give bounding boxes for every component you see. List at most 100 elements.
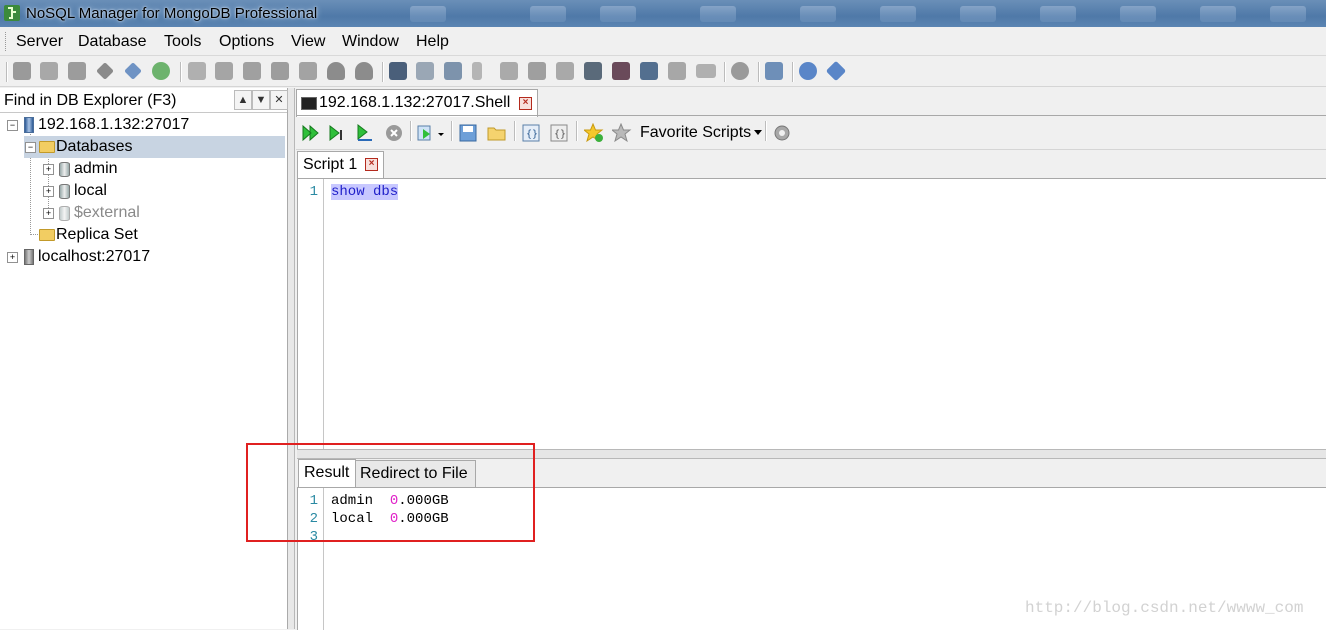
edit-server-icon[interactable] (40, 62, 58, 80)
menu-window[interactable]: Window (342, 32, 399, 52)
main-toolbar (0, 58, 1326, 87)
tree-db-external[interactable]: + $external (0, 202, 287, 224)
tree-db-local[interactable]: + local (0, 180, 287, 202)
tab-redirect-to-file[interactable]: Redirect to File (355, 460, 476, 488)
connect-icon[interactable] (96, 62, 114, 80)
info-icon[interactable] (825, 60, 847, 82)
export-icon[interactable] (528, 62, 546, 80)
find-bar: Find in DB Explorer (F3) ▲ ▼ ✕ (0, 88, 288, 113)
script-editor[interactable]: 1 show dbs (297, 178, 1326, 449)
code-line[interactable]: show dbs (331, 184, 399, 200)
menu-help[interactable]: Help (416, 32, 449, 52)
menu-tools[interactable]: Tools (164, 32, 201, 52)
register-server-icon[interactable] (13, 62, 31, 80)
user-icon[interactable] (327, 62, 345, 80)
tree-replica-set[interactable]: Replica Set (0, 224, 287, 246)
run-to-cursor-icon[interactable] (356, 124, 374, 142)
size-value: 0 (389, 511, 399, 527)
refresh-icon[interactable] (152, 62, 170, 80)
find-label: Find in DB Explorer (F3) (4, 92, 177, 109)
close-tab-icon[interactable]: × (365, 158, 378, 171)
collapse-icon[interactable]: − (7, 120, 18, 131)
run-current-icon[interactable] (329, 124, 347, 142)
stop-record-icon[interactable] (612, 62, 630, 80)
help-icon[interactable] (799, 62, 817, 80)
line-number: 1 (309, 493, 318, 509)
tree-label: localhost:27017 (38, 248, 151, 265)
find-close-button[interactable]: ✕ (270, 90, 288, 110)
disconnect-icon[interactable] (124, 62, 142, 80)
tree-server-192[interactable]: − 192.168.1.132:27017 (0, 114, 287, 136)
favorite-star-icon[interactable] (612, 123, 632, 143)
settings-icon[interactable] (444, 62, 462, 80)
users-icon[interactable] (355, 62, 373, 80)
tab-result[interactable]: Result (298, 459, 356, 488)
close-tab-icon[interactable]: × (519, 97, 532, 110)
home-icon[interactable] (765, 62, 783, 80)
expand-icon[interactable]: + (43, 186, 54, 197)
tree-server-localhost[interactable]: + localhost:27017 (0, 246, 287, 268)
svg-text:{}: {} (526, 129, 538, 140)
create-database-icon[interactable] (188, 62, 206, 80)
find-up-button[interactable]: ▲ (234, 90, 252, 110)
tree-label: local (74, 182, 107, 199)
line-number: 1 (309, 184, 318, 200)
favorite-scripts-button[interactable]: Favorite Scripts (640, 124, 751, 142)
expand-icon[interactable]: + (43, 208, 54, 219)
copy-icon[interactable] (500, 62, 518, 80)
database-icon (59, 206, 70, 221)
tab-label: Result (304, 464, 350, 481)
size-unit: .000GB (398, 493, 449, 509)
collection-icon[interactable] (243, 62, 261, 80)
import-icon[interactable] (556, 62, 574, 80)
run-icon[interactable] (302, 124, 320, 142)
function-icon[interactable] (299, 62, 317, 80)
expand-icon[interactable]: + (43, 164, 54, 175)
clone-icon[interactable] (668, 62, 686, 80)
monitor-icon[interactable] (584, 62, 602, 80)
db-name: local (331, 511, 374, 527)
tree-databases[interactable]: − Databases (24, 136, 285, 158)
http-icon[interactable] (696, 64, 716, 78)
menu-view[interactable]: View (291, 32, 325, 52)
folder-icon (39, 229, 55, 241)
horizontal-splitter[interactable] (297, 449, 1326, 459)
svg-text:{}: {} (554, 129, 566, 140)
database-icon[interactable] (215, 62, 233, 80)
tree-db-admin[interactable]: + admin (0, 158, 287, 180)
database-icon (59, 162, 70, 177)
vertical-splitter[interactable] (288, 88, 295, 629)
chevron-down-icon[interactable] (754, 130, 762, 136)
find-down-button[interactable]: ▼ (252, 90, 270, 110)
window-title: NoSQL Manager for MongoDB Professional (26, 5, 318, 22)
menu-grip (5, 32, 9, 51)
layout-icon[interactable] (640, 62, 658, 80)
db-explorer: Find in DB Explorer (F3) ▲ ▼ ✕ − 192.168… (0, 88, 288, 629)
format-code-icon[interactable]: {} (522, 124, 540, 142)
tree-icon[interactable] (472, 62, 482, 80)
menu-bar: Server Database Tools Options View Windo… (0, 28, 1326, 56)
open-folder-icon[interactable] (487, 124, 507, 142)
expand-icon[interactable]: + (7, 252, 18, 263)
collapse-icon[interactable]: − (25, 142, 36, 153)
tab-script-1[interactable]: Script 1 × (297, 151, 384, 179)
menu-database[interactable]: Database (78, 32, 147, 52)
gear-icon[interactable] (773, 124, 791, 142)
save-icon[interactable] (459, 124, 477, 142)
shell-icon[interactable] (389, 62, 407, 80)
menu-options[interactable]: Options (219, 32, 274, 52)
execute-mode-dropdown-icon[interactable] (417, 124, 445, 142)
tab-divider (296, 115, 1326, 116)
menu-server[interactable]: Server (16, 32, 63, 52)
window-icon[interactable] (416, 62, 434, 80)
document-icon[interactable] (271, 62, 289, 80)
tree-label: $external (74, 204, 140, 221)
server-properties-icon[interactable] (68, 62, 86, 80)
folder-icon (39, 141, 55, 153)
gear-icon[interactable] (731, 62, 749, 80)
tab-shell[interactable]: 192.168.1.132:27017.Shell × (296, 89, 538, 117)
add-favorite-icon[interactable] (584, 123, 604, 143)
stop-icon[interactable] (385, 124, 403, 142)
compact-code-icon[interactable]: {} (550, 124, 568, 142)
tab-label: Script 1 (303, 156, 358, 173)
